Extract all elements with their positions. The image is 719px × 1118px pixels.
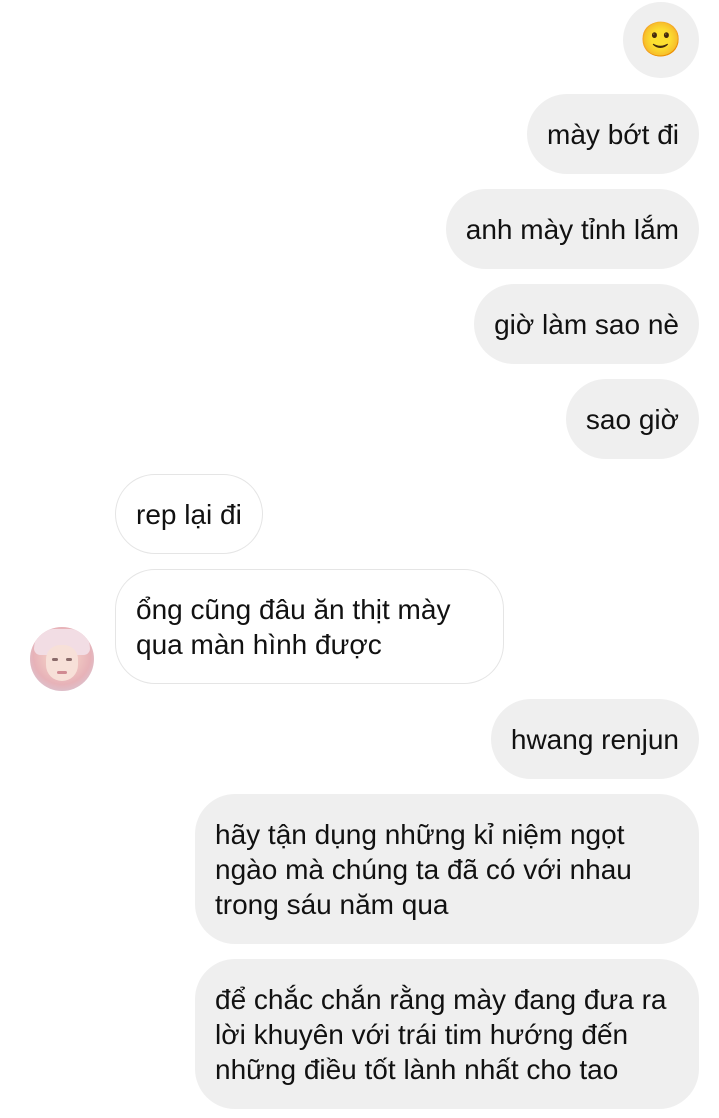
avatar-eye [66, 658, 72, 661]
message-bubble-sent[interactable]: để chắc chắn rằng mày đang đưa ra lời kh… [195, 959, 699, 1109]
avatar-eye [52, 658, 58, 661]
message-bubble-sent[interactable]: giờ làm sao nè [474, 284, 699, 364]
message-text: để chắc chắn rằng mày đang đưa ra lời kh… [215, 983, 667, 1085]
message-bubble-emoji[interactable]: 🙂 [623, 2, 699, 78]
message-text: hwang renjun [510, 723, 679, 755]
message-bubble-sent[interactable]: anh mày tỉnh lắm [445, 189, 699, 269]
message-bubble-sent[interactable]: mày bớt đi [527, 94, 699, 174]
smiling-face-icon: 🙂 [639, 21, 683, 59]
message-bubble-sent[interactable]: hwang renjun [490, 699, 699, 779]
message-text: ổng cũng đâu ăn thịt mày qua màn hình đư… [136, 593, 451, 660]
message-text: mày bớt đi [547, 118, 679, 150]
message-text: hãy tận dụng những kỉ niệm ngọt ngào mà … [215, 818, 632, 920]
message-bubble-sent[interactable]: hãy tận dụng những kỉ niệm ngọt ngào mà … [195, 794, 699, 944]
message-text: giờ làm sao nè [494, 308, 679, 340]
message-bubble-received[interactable]: rep lại đi [115, 474, 263, 554]
message-thread: 🙂 mày bớt đi anh mày tỉnh lắm giờ làm sa… [0, 0, 719, 1118]
avatar-mouth [57, 671, 67, 674]
message-bubble-received[interactable]: ổng cũng đâu ăn thịt mày qua màn hình đư… [115, 569, 504, 684]
contact-avatar[interactable] [30, 627, 94, 691]
message-text: rep lại đi [136, 498, 242, 530]
message-text: sao giờ [585, 403, 679, 435]
message-text: anh mày tỉnh lắm [465, 213, 679, 245]
avatar-face [46, 645, 78, 681]
message-bubble-sent[interactable]: sao giờ [565, 379, 699, 459]
